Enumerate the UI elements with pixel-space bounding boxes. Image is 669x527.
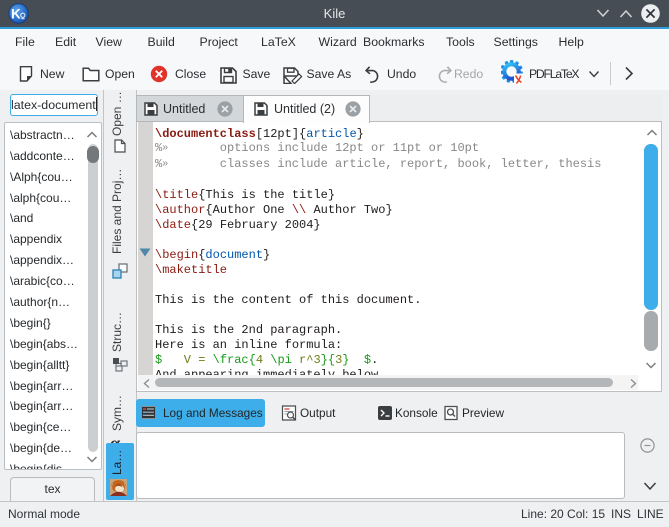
svg-text:K: K (11, 7, 21, 22)
